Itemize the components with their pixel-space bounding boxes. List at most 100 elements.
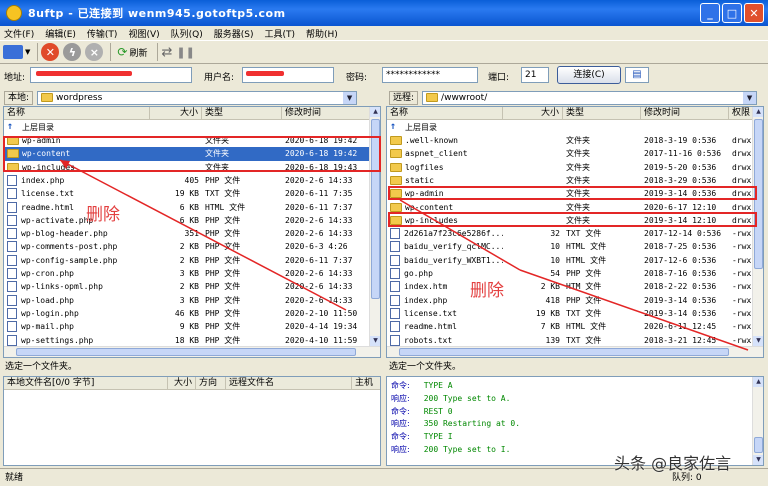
col-host[interactable]: 主机: [352, 377, 380, 390]
menu-file[interactable]: 文件(F): [4, 27, 34, 40]
col-direction[interactable]: 方向: [196, 377, 226, 390]
remote-row[interactable]: readme.html 7 KB HTML 文件 2020-6-11 12:45 -rw…: [387, 320, 759, 333]
remote-row[interactable]: license.txt 19 KB TXT 文件 2019-3-14 0:536 -rw…: [387, 307, 759, 320]
local-row[interactable]: wp-login.php 46 KB PHP 文件 2020-2-10 11:50: [4, 307, 378, 320]
remote-row[interactable]: index.php 418 PHP 文件 2019-3-14 0:536 -rwx: [387, 294, 759, 307]
connect-button[interactable]: 连接(C): [557, 66, 621, 84]
menu-queue[interactable]: 队列(Q): [171, 27, 203, 40]
remote-horizontal-scrollbar[interactable]: [387, 346, 763, 357]
file-name: wp-activate.php: [21, 215, 94, 225]
col-name[interactable]: 名称: [4, 107, 150, 120]
file-date: 2020-2-6 14:33: [285, 269, 353, 278]
local-row[interactable]: wp-load.php 3 KB PHP 文件 2020-2-6 14:33: [4, 294, 378, 307]
remote-row[interactable]: robots.txt 139 TXT 文件 2018-3-21 12:45 -rwx: [387, 334, 759, 347]
file-name: readme.html: [21, 202, 74, 212]
file-type: PHP 文件: [205, 335, 241, 345]
col-size[interactable]: 大小: [503, 107, 563, 120]
local-row[interactable]: wp-activate.php 6 KB PHP 文件 2020-2-6 14:33: [4, 214, 378, 227]
file-size: 18 KB: [174, 335, 199, 345]
quick-connect-button[interactable]: ϟ: [63, 42, 82, 62]
maximize-button[interactable]: □: [722, 3, 742, 23]
file-date: 2020-2-6 14:33: [285, 282, 353, 292]
local-path-box[interactable]: wordpress ▼: [37, 90, 358, 105]
site-manager-button[interactable]: ▼: [3, 42, 30, 62]
transfer-queue[interactable]: 本地文件名[0/0 字节] 大小 方向 远程文件名 主机: [3, 376, 381, 466]
local-row[interactable]: readme.html 6 KB HTML 文件 2020-6-11 7:37: [4, 201, 378, 214]
password-input[interactable]: ************: [382, 67, 478, 83]
local-path-row: 本地: wordpress ▼: [4, 90, 358, 105]
scroll-thumb[interactable]: [754, 437, 763, 453]
local-row[interactable]: license.txt 19 KB TXT 文件 2020-6-11 7:35: [4, 187, 378, 200]
remote-row[interactable]: index.htm 2 KB HTM 文件 2018-2-22 0:536 -rwx: [387, 280, 759, 293]
col-modified[interactable]: 修改时间: [282, 107, 380, 120]
file-date: 2018-2-22 0:536: [644, 282, 717, 292]
log-vertical-scrollbar[interactable]: ▲ ▼: [752, 377, 763, 465]
menu-server[interactable]: 服务器(S): [214, 27, 254, 40]
col-size[interactable]: 大小: [150, 107, 202, 120]
close-button[interactable]: ✕: [744, 3, 764, 23]
scroll-up-arrow[interactable]: ▲: [753, 377, 763, 387]
remote-row[interactable]: .well-known 文件夹 2018-3-19 0:536 drwx: [387, 134, 759, 147]
address-label: 地址:: [4, 73, 26, 83]
scroll-down-arrow[interactable]: ▼: [753, 336, 763, 346]
menu-tools[interactable]: 工具(T): [265, 27, 296, 40]
connect-dropdown-button[interactable]: ▤: [625, 67, 649, 83]
file-type: PHP 文件: [205, 308, 241, 318]
remote-path-box[interactable]: /wwwroot/ ▼: [422, 90, 758, 105]
remote-row[interactable]: 2d261a7f23c6e5286f... 32 TXT 文件 2017-12-14 …: [387, 227, 759, 240]
log-key: 响应:: [391, 419, 410, 429]
refresh-button[interactable]: ⟳ 刷新: [114, 42, 150, 62]
col-name[interactable]: 名称: [387, 107, 503, 120]
local-up-dir[interactable]: ↑ 上层目录: [4, 121, 204, 134]
file-name: index.php: [21, 175, 65, 185]
remote-up-dir[interactable]: ↑ 上层目录: [387, 121, 587, 134]
local-row[interactable]: wp-blog-header.php 351 PHP 文件 2020-2-6 14:3…: [4, 227, 378, 240]
scroll-down-arrow[interactable]: ▼: [370, 336, 380, 346]
col-remote-filename[interactable]: 远程文件名: [226, 377, 352, 390]
file-type: TXT 文件: [566, 335, 602, 345]
scroll-up-arrow[interactable]: ▲: [753, 107, 763, 117]
local-row[interactable]: wp-cron.php 3 KB PHP 文件 2020-2-6 14:33: [4, 267, 378, 280]
scroll-up-arrow[interactable]: ▲: [370, 107, 380, 117]
remote-row[interactable]: logfiles 文件夹 2019-5-20 0:536 drwx: [387, 161, 759, 174]
menu-help[interactable]: 帮助(H): [306, 27, 338, 40]
lightning-icon: ϟ: [63, 43, 82, 61]
menu-transfer[interactable]: 传输(T): [87, 27, 118, 40]
local-row[interactable]: index.php 405 PHP 文件 2020-2-6 14:33: [4, 174, 378, 187]
local-row[interactable]: wp-settings.php 18 KB PHP 文件 2020-4-10 11:5…: [4, 334, 378, 347]
col-size[interactable]: 大小: [168, 377, 196, 390]
pause-button[interactable]: ❚❚: [176, 42, 194, 62]
user-label: 用户名:: [204, 73, 235, 83]
file-size: [503, 147, 563, 160]
scroll-thumb[interactable]: [16, 348, 356, 356]
remote-row[interactable]: baidu_verify_qclMC... 10 HTML 文件 2018-7-25 …: [387, 240, 759, 253]
remote-row[interactable]: go.php 54 PHP 文件 2018-7-16 0:536 -rwx: [387, 267, 759, 280]
file-date: 2017-12-14 0:536: [644, 229, 722, 239]
remote-row[interactable]: baidu_verify_WXBT1... 10 HTML 文件 2017-12-6 …: [387, 254, 759, 267]
file-date: 2020-2-6 14:33: [285, 295, 353, 305]
file-icon: [390, 334, 400, 346]
col-modified[interactable]: 修改时间: [641, 107, 729, 120]
file-size: 19 KB: [174, 189, 199, 199]
minimize-button[interactable]: _: [700, 3, 720, 23]
remote-file-list[interactable]: 名称 大小 类型 修改时间 权限 ↑ 上层目录 .well-known 文件夹 201…: [386, 106, 764, 358]
scroll-down-arrow[interactable]: ▼: [753, 455, 763, 465]
local-row[interactable]: wp-links-opml.php 2 KB PHP 文件 2020-2-6 14:3…: [4, 280, 378, 293]
menu-edit[interactable]: 编辑(E): [45, 27, 76, 40]
stop-button[interactable]: ×: [85, 42, 104, 62]
transfer-queue-button[interactable]: ⇄: [161, 42, 172, 62]
remote-row[interactable]: aspnet_client 文件夹 2017-11-16 0:536 drwx: [387, 147, 759, 160]
connection-bar: 地址: 用户名: 密码: ************ 端口: 21 连接(C) ▤: [0, 66, 768, 86]
col-local-filename[interactable]: 本地文件名[0/0 字节]: [4, 377, 168, 390]
port-input[interactable]: 21: [521, 67, 549, 83]
local-horizontal-scrollbar[interactable]: [4, 346, 380, 357]
disconnect-button[interactable]: ✕: [41, 42, 60, 62]
local-row[interactable]: wp-config-sample.php 2 KB PHP 文件 2020-6-11 …: [4, 254, 378, 267]
menu-view[interactable]: 视图(V): [128, 27, 159, 40]
col-type[interactable]: 类型: [563, 107, 641, 120]
scroll-thumb[interactable]: [399, 348, 729, 356]
redacted-username: [246, 71, 284, 76]
local-row[interactable]: wp-comments-post.php 2 KB PHP 文件 2020-6-3 4…: [4, 240, 378, 253]
local-row[interactable]: wp-mail.php 9 KB PHP 文件 2020-4-14 19:34: [4, 320, 378, 333]
col-type[interactable]: 类型: [202, 107, 282, 120]
